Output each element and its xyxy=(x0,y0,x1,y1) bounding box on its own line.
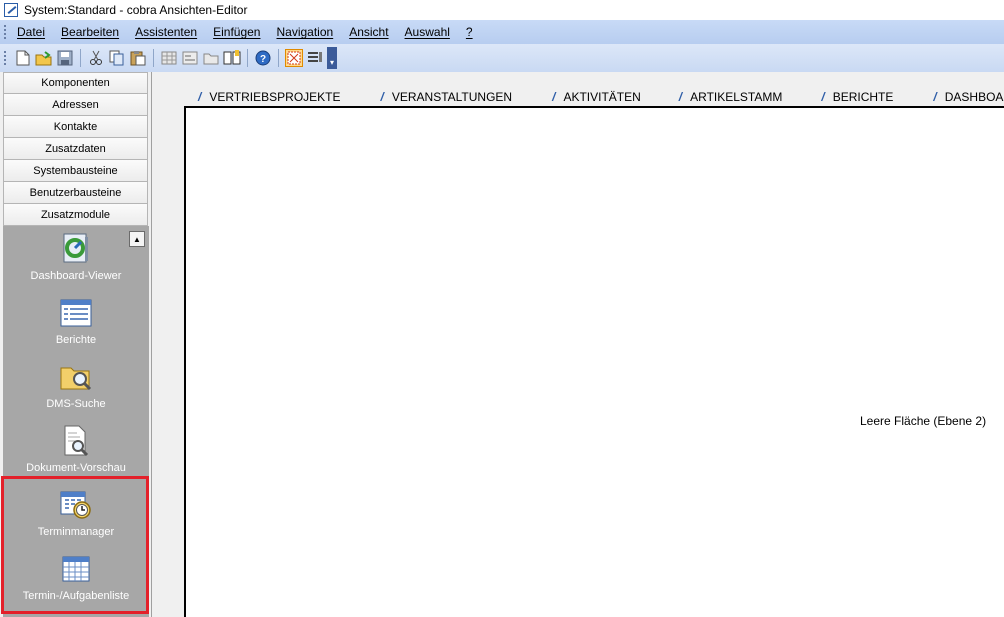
paste-icon[interactable] xyxy=(129,49,147,67)
editor-area: / VERTRIEBSPROJEKTE / VERANSTALTUNGEN / … xyxy=(156,72,1004,617)
canvas-layer-label: Leere Fläche (Ebene 2) xyxy=(860,414,987,428)
menu-help[interactable]: ? xyxy=(466,25,473,39)
document-preview-icon xyxy=(59,424,93,458)
calendar-grid-icon xyxy=(59,552,93,586)
calendar-clock-icon xyxy=(59,488,93,522)
window-title: System:Standard - cobra Ansichten-Editor xyxy=(24,3,248,17)
design-canvas[interactable]: Leere Fläche (Ebene 2) xyxy=(184,106,1004,617)
new-icon[interactable] xyxy=(14,49,32,67)
copy-icon[interactable] xyxy=(108,49,126,67)
tab-vertriebsprojekte[interactable]: / VERTRIEBSPROJEKTE xyxy=(198,90,341,104)
book-icon[interactable] xyxy=(223,49,241,67)
module-label: Terminmanager xyxy=(37,526,115,538)
svg-text:?: ? xyxy=(260,54,266,65)
menu-datei[interactable]: Datei xyxy=(17,25,45,39)
tab-slash-icon: / xyxy=(198,90,202,104)
tab-slash-icon: / xyxy=(933,90,937,104)
module-berichte[interactable]: Berichte xyxy=(3,296,149,356)
tab-label: AKTIVITÄTEN xyxy=(563,90,641,104)
sidebar-header-benutzerbausteine[interactable]: Benutzerbausteine xyxy=(3,182,148,204)
module-dokument-vorschau[interactable]: Dokument-Vorschau xyxy=(3,424,149,484)
module-label: DMS-Suche xyxy=(46,398,106,410)
tab-label: DASHBOARDS xyxy=(944,90,1004,104)
sidebar-header-systembausteine[interactable]: Systembausteine xyxy=(3,160,148,182)
tab-berichte[interactable]: / BERICHTE xyxy=(821,90,893,104)
module-label: Termin-/Aufgabenliste xyxy=(22,590,130,602)
cut-icon[interactable] xyxy=(87,49,105,67)
grid-icon[interactable] xyxy=(160,49,178,67)
sidebar-header-komponenten[interactable]: Komponenten xyxy=(3,72,148,94)
module-label: Dashboard-Viewer xyxy=(30,270,122,282)
report-icon xyxy=(59,296,93,330)
tab-label: VERTRIEBSPROJEKTE xyxy=(209,90,341,104)
sidebar-header-adressen[interactable]: Adressen xyxy=(3,94,148,116)
tab-veranstaltungen[interactable]: / VERANSTALTUNGEN xyxy=(381,90,513,104)
toolbar-grip-handle[interactable] xyxy=(4,51,7,65)
tab-slash-icon: / xyxy=(678,90,683,104)
module-dashboard-viewer[interactable]: Dashboard-Viewer xyxy=(3,232,149,292)
menu-auswahl[interactable]: Auswahl xyxy=(405,25,450,39)
tab-label: ARTIKELSTAMM xyxy=(690,90,783,104)
toolbar-separator xyxy=(153,49,154,67)
toolbar: ? ▾ xyxy=(0,44,1004,72)
select-icon[interactable] xyxy=(285,49,303,67)
component-sidebar: Komponenten Adressen Kontakte Zusatzdate… xyxy=(0,72,152,617)
dashboard-icon xyxy=(59,232,93,266)
tab-label: BERICHTE xyxy=(832,90,894,104)
help-icon[interactable]: ? xyxy=(254,49,272,67)
folder-search-icon xyxy=(59,360,93,394)
menu-assistenten[interactable]: Assistenten xyxy=(135,25,197,39)
list-icon[interactable] xyxy=(306,49,324,67)
title-bar: System:Standard - cobra Ansichten-Editor xyxy=(0,0,1004,20)
toolbar-separator xyxy=(80,49,81,67)
module-label: Berichte xyxy=(55,334,97,346)
menu-einfuegen[interactable]: Einfügen xyxy=(213,25,260,39)
tab-dashboards[interactable]: / DASHBOARDS xyxy=(933,90,1004,104)
menu-bar: Datei Bearbeiten Assistenten Einfügen Na… xyxy=(0,20,1004,44)
sidebar-header-zusatzdaten[interactable]: Zusatzdaten xyxy=(3,138,148,160)
sidebar-header-zusatzmodule[interactable]: Zusatzmodule xyxy=(3,204,148,226)
tab-slash-icon: / xyxy=(380,90,384,104)
folder-icon[interactable] xyxy=(202,49,220,67)
module-terminmanager[interactable]: Terminmanager xyxy=(3,488,149,548)
menu-navigation[interactable]: Navigation xyxy=(276,25,333,39)
tab-slash-icon: / xyxy=(821,90,825,104)
module-panel: ▲ Dashboard-Viewer Berichte DMS-Suche Do… xyxy=(3,226,149,617)
module-dms-suche[interactable]: DMS-Suche xyxy=(3,360,149,420)
tab-artikelstamm[interactable]: / ARTIKELSTAMM xyxy=(679,90,783,104)
save-icon[interactable] xyxy=(56,49,74,67)
tab-aktivitaeten[interactable]: / AKTIVITÄTEN xyxy=(552,90,641,104)
toolbar-separator xyxy=(247,49,248,67)
sidebar-header-kontakte[interactable]: Kontakte xyxy=(3,116,148,138)
menu-ansicht[interactable]: Ansicht xyxy=(349,25,388,39)
form-icon[interactable] xyxy=(181,49,199,67)
toolbar-separator xyxy=(278,49,279,67)
open-icon[interactable] xyxy=(35,49,53,67)
view-tabs: / VERTRIEBSPROJEKTE / VERANSTALTUNGEN / … xyxy=(156,88,1004,106)
tab-slash-icon: / xyxy=(552,90,556,104)
toolbar-overflow-button[interactable]: ▾ xyxy=(327,47,337,69)
module-termin-aufgabenliste[interactable]: Termin-/Aufgabenliste xyxy=(3,552,149,612)
app-icon xyxy=(4,3,18,17)
menu-grip-handle[interactable] xyxy=(4,25,7,39)
tab-label: VERANSTALTUNGEN xyxy=(391,90,513,104)
menu-bearbeiten[interactable]: Bearbeiten xyxy=(61,25,119,39)
module-label: Dokument-Vorschau xyxy=(26,462,126,474)
